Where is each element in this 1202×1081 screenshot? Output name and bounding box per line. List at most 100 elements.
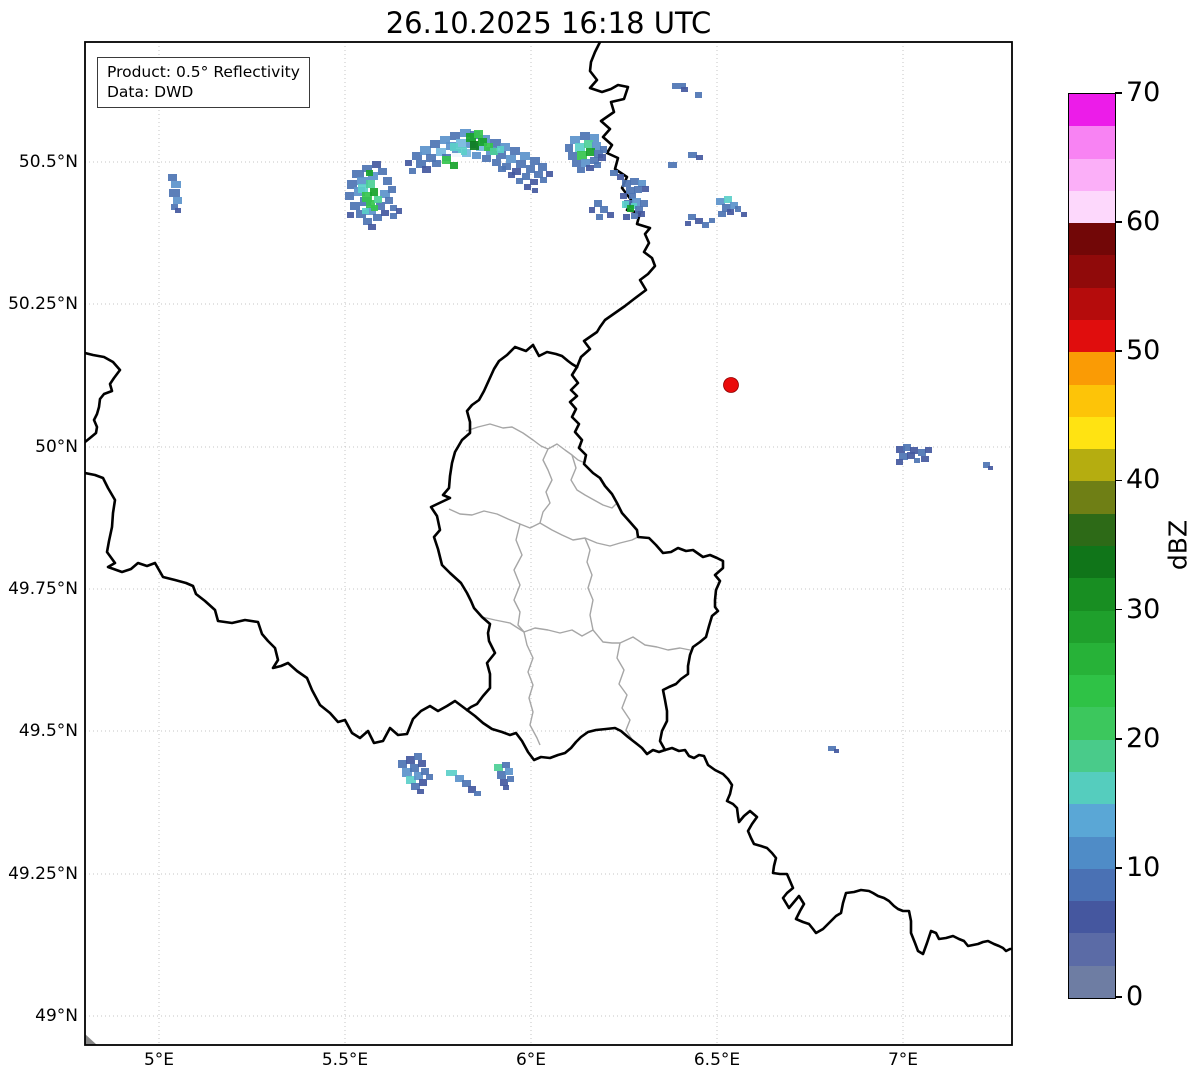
- colorbar-segment: [1069, 610, 1115, 643]
- radar-echo-cell: [540, 177, 547, 183]
- x-tick-label: 6°E: [515, 1050, 547, 1070]
- radar-echo-cell: [442, 156, 451, 164]
- y-tick-label: 50.25°N: [8, 293, 78, 314]
- colorbar-tick: [1115, 479, 1122, 482]
- colorbar-segment: [1069, 190, 1115, 224]
- radar-echo-cell: [577, 151, 587, 160]
- radar-echo-cell: [623, 214, 630, 220]
- colorbar-segment: [1069, 384, 1115, 417]
- radar-echo-cell: [532, 188, 538, 193]
- radar-echo-cell: [409, 168, 416, 174]
- radar-echo-cell: [171, 181, 181, 188]
- radar-echo-cell: [598, 154, 606, 161]
- radar-echo-cell: [903, 444, 911, 451]
- radar-echo-cell: [702, 222, 709, 228]
- radar-echo-cell: [534, 171, 543, 178]
- radar-echo-cell: [426, 774, 433, 780]
- radar-echo-cell: [345, 192, 354, 200]
- radar-echo-cell: [450, 162, 458, 169]
- radar-echo-cell: [914, 458, 920, 463]
- radar-echo-cell: [482, 155, 491, 162]
- radar-echo-cell: [378, 168, 387, 175]
- radar-echo-cell: [474, 791, 481, 796]
- radar-echo-cell: [390, 213, 397, 219]
- radar-echo-cell: [577, 167, 585, 173]
- radar-echo-cell: [472, 152, 481, 159]
- radar-echo-cell: [526, 165, 535, 173]
- radar-echo-cell: [668, 162, 677, 168]
- map-canvas: [84, 41, 1013, 1046]
- colorbar-segment: [1069, 965, 1115, 998]
- radar-echo-cell: [175, 208, 181, 213]
- data-source-line: Data: DWD: [107, 83, 194, 102]
- radar-echo-cell: [516, 178, 523, 184]
- radar-echo-cell: [627, 205, 634, 212]
- radar-echo-cell: [620, 193, 627, 199]
- radar-echo-cell: [586, 165, 594, 171]
- colorbar-tick-label: 40: [1126, 464, 1161, 496]
- colorbar-segment: [1069, 287, 1115, 320]
- radar-echo-cell: [474, 130, 483, 138]
- x-tick-label: 5.5°E: [321, 1050, 369, 1070]
- radar-echo-cell: [575, 143, 585, 152]
- x-tick-label: 6.5°E: [693, 1050, 741, 1070]
- colorbar-tick-label: 60: [1126, 206, 1161, 238]
- colorbar-tick-label: 50: [1126, 335, 1161, 367]
- y-tick-label: 49.75°N: [8, 578, 78, 599]
- radar-echo-cell: [497, 146, 504, 153]
- radar-echo-cell: [516, 160, 526, 168]
- radar-echo-cell: [640, 200, 648, 207]
- radar-echo-cell: [168, 174, 177, 181]
- radar-echo-cell: [580, 132, 590, 140]
- radar-echo-cell: [414, 753, 422, 760]
- radar-echo-cell: [626, 187, 635, 194]
- radar-echo-cell: [497, 771, 506, 779]
- colorbar-segment: [1069, 319, 1115, 353]
- radar-echo-cell: [724, 196, 732, 203]
- plot-background: [85, 42, 1012, 1045]
- radar-echo-cell: [584, 140, 593, 148]
- colorbar-segment: [1069, 254, 1115, 288]
- radar-echo-cell: [570, 136, 580, 144]
- radar-echo-cell: [420, 146, 431, 155]
- colorbar-segment: [1069, 577, 1115, 611]
- radar-echo-cell: [596, 214, 603, 220]
- product-line: Product: 0.5° Reflectivity: [107, 63, 300, 81]
- radar-echo-cell: [565, 144, 573, 152]
- radar-echo-cell: [642, 186, 649, 192]
- radar-echo-cell: [695, 92, 702, 98]
- radar-echo-cell: [727, 209, 734, 215]
- radar-echo-cell: [372, 161, 381, 168]
- radar-echo-cell: [709, 218, 715, 223]
- radar-echo-cell: [685, 221, 691, 226]
- radar-echo-cell: [494, 764, 503, 771]
- radar-echo-cell: [568, 152, 577, 160]
- radar-echo-cell: [505, 768, 513, 775]
- radar-echo-cell: [398, 760, 407, 768]
- colorbar-tick: [1115, 350, 1122, 353]
- colorbar-tick: [1115, 996, 1122, 998]
- radar-echo-cell: [988, 466, 993, 470]
- radar-echo-cell: [388, 186, 396, 193]
- radar-echo-cell: [508, 172, 515, 178]
- radar-echo-cell: [507, 776, 514, 782]
- radar-echo-cell: [538, 163, 547, 171]
- radar-figure: { "title": "26.10.2025 16:18 UTC", "info…: [0, 0, 1202, 1081]
- radar-echo-cell: [834, 749, 839, 753]
- radar-echo-cell: [506, 155, 516, 163]
- radar-echo-cell: [907, 452, 915, 459]
- radar-echo-cell: [347, 212, 354, 218]
- radar-echo-cell: [362, 208, 369, 214]
- radar-echo-cell: [696, 155, 703, 160]
- radar-echo-cell: [462, 780, 471, 787]
- radar-echo-cell: [716, 198, 725, 205]
- colorbar-segment: [1069, 900, 1115, 934]
- radar-echo-cell: [432, 160, 441, 167]
- radar-echo-cell: [490, 148, 498, 155]
- radar-echo-cell: [634, 186, 642, 193]
- colorbar-tick-label: 20: [1126, 722, 1161, 754]
- radar-echo-cell: [173, 197, 182, 204]
- radar-echo-cell: [498, 166, 506, 172]
- colorbar-tick-label: 30: [1126, 593, 1161, 625]
- radar-echo-cell: [492, 159, 501, 166]
